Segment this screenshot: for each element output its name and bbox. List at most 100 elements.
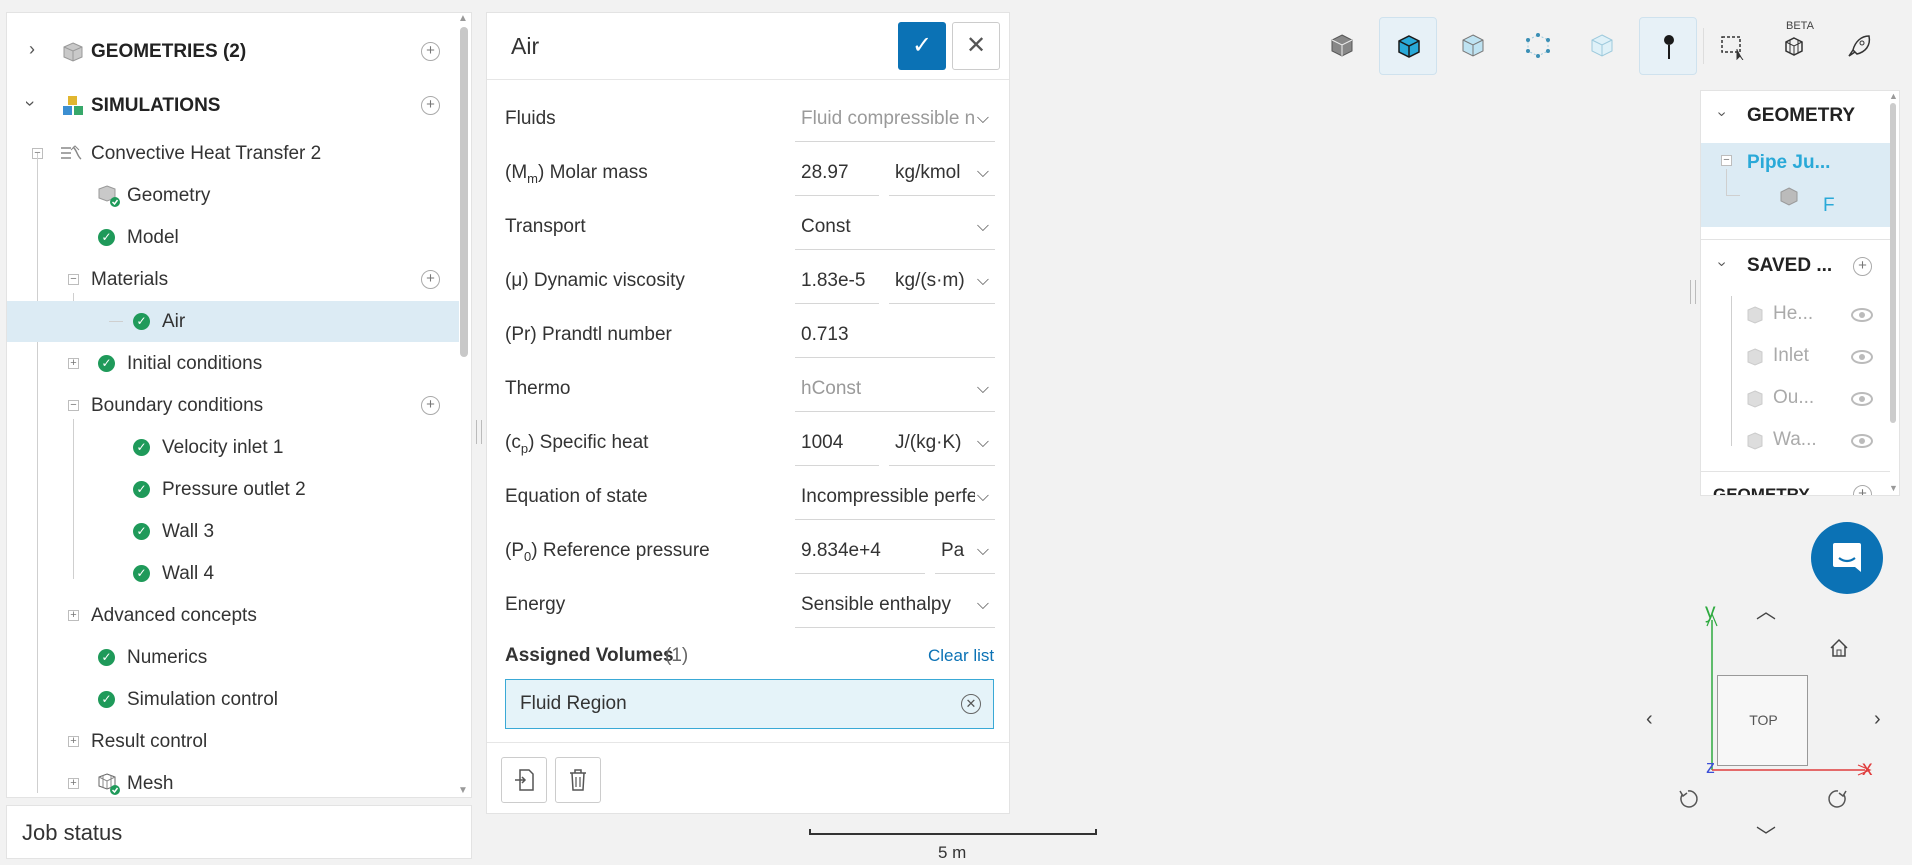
tree-row-air[interactable]: ✓ Air: [7, 301, 459, 342]
fluids-select[interactable]: Fluid compressible n ⌵: [795, 102, 995, 142]
close-button[interactable]: ✕: [952, 22, 1000, 70]
delete-material-button[interactable]: [555, 757, 601, 803]
saved-item[interactable]: Wa...: [1773, 429, 1817, 451]
job-status-panel[interactable]: Job status: [6, 805, 472, 859]
add-material-icon[interactable]: +: [421, 270, 440, 289]
clear-list-link[interactable]: Clear list: [928, 646, 994, 666]
collapse-icon[interactable]: −: [68, 400, 79, 411]
add-simulation-icon[interactable]: +: [421, 96, 440, 115]
viscosity-input[interactable]: 1.83e-5: [795, 264, 879, 304]
view-wireframe-button[interactable]: [1573, 17, 1631, 75]
tree-row-velocity-inlet[interactable]: ✓ Velocity inlet 1: [7, 427, 459, 468]
molar-mass-unit-select[interactable]: kg/kmol ⌵: [889, 156, 995, 196]
reference-pressure-input[interactable]: 9.834e+4: [795, 534, 925, 574]
tree-row-simulation[interactable]: − Convective Heat Transfer 2: [7, 133, 459, 174]
scene-tree-scrollbar[interactable]: [1890, 103, 1896, 423]
saved-item[interactable]: Inlet: [1773, 345, 1809, 367]
tree-row-simulation-control[interactable]: ✓ Simulation control: [7, 679, 459, 720]
rocket-tool-button[interactable]: [1830, 17, 1888, 75]
saved-item[interactable]: Ou...: [1773, 387, 1814, 409]
add-icon[interactable]: +: [1853, 485, 1872, 495]
tree-row-wall-3[interactable]: ✓ Wall 3: [7, 511, 459, 552]
chevron-down-icon: ⌵: [974, 596, 989, 614]
view-points-button[interactable]: [1509, 17, 1567, 75]
molar-mass-text: Molar mass: [549, 162, 648, 183]
expand-icon[interactable]: +: [68, 358, 79, 369]
scroll-up-arrow-icon[interactable]: ▲: [458, 13, 468, 24]
prop-row-transport: Transport Const ⌵: [505, 201, 995, 255]
eye-icon[interactable]: [1851, 392, 1873, 406]
viscosity-unit-select[interactable]: kg/(s·m) ⌵: [889, 264, 995, 304]
molar-mass-input[interactable]: 28.97: [795, 156, 879, 196]
view-transparent-button[interactable]: [1444, 17, 1502, 75]
tree-row-boundary-conditions[interactable]: − Boundary conditions +: [7, 385, 459, 426]
prop-row-specific-heat: (cp) Specific heat 1004 J/(kg·K) ⌵: [505, 417, 995, 471]
eye-icon[interactable]: [1851, 434, 1873, 448]
scroll-up-arrow-icon[interactable]: ▲: [1889, 91, 1898, 101]
view-solid-edges-button[interactable]: [1379, 17, 1437, 75]
right-panel-resize-handle[interactable]: [1690, 280, 1696, 304]
import-material-button[interactable]: [501, 757, 547, 803]
add-boundary-condition-icon[interactable]: +: [421, 396, 440, 415]
rotate-cw-icon[interactable]: [1826, 787, 1850, 811]
eos-value: Incompressible perfe: [801, 486, 978, 507]
scene-item-f[interactable]: F: [1823, 195, 1835, 217]
rotate-ccw-icon[interactable]: [1676, 787, 1700, 811]
eos-select[interactable]: Incompressible perfe ⌵: [795, 480, 995, 520]
tree-row-advanced-concepts[interactable]: + Advanced concepts: [7, 595, 459, 636]
rotate-down-arrow-icon[interactable]: ﹀: [1756, 820, 1776, 849]
panel-resize-handle[interactable]: [476, 420, 482, 444]
scroll-down-arrow-icon[interactable]: ▼: [458, 785, 468, 796]
chevron-down-icon[interactable]: ›: [1713, 111, 1731, 116]
tree-row-pressure-outlet[interactable]: ✓ Pressure outlet 2: [7, 469, 459, 510]
prandtl-input[interactable]: 0.713: [795, 318, 995, 358]
tree-guide-line: [1726, 169, 1727, 195]
reference-pressure-label: (P0) Reference pressure: [505, 540, 710, 564]
assigned-volume-chip[interactable]: Fluid Region ✕: [505, 679, 994, 729]
tree-scrollbar[interactable]: [460, 27, 468, 357]
reference-pressure-unit-select[interactable]: Pa ⌵: [935, 534, 995, 574]
specific-heat-input[interactable]: 1004: [795, 426, 879, 466]
rotate-left-arrow-icon[interactable]: ‹: [1646, 708, 1653, 731]
expand-icon[interactable]: +: [68, 610, 79, 621]
scroll-down-arrow-icon[interactable]: ▼: [1889, 483, 1898, 493]
tree-row-initial-conditions[interactable]: + ✓ Initial conditions: [7, 343, 459, 384]
tree-row-result-control[interactable]: + Result control: [7, 721, 459, 762]
add-geometry-icon[interactable]: +: [421, 42, 440, 61]
chevron-down-icon[interactable]: ›: [1713, 261, 1731, 266]
thermo-select[interactable]: hConst ⌵: [795, 372, 995, 412]
tree-row-numerics[interactable]: ✓ Numerics: [7, 637, 459, 678]
specific-heat-unit-select[interactable]: J/(kg·K) ⌵: [889, 426, 995, 466]
chevron-right-icon[interactable]: ›: [29, 39, 35, 60]
tree-label-velocity-inlet: Velocity inlet 1: [162, 436, 284, 458]
expand-icon[interactable]: +: [68, 778, 79, 789]
probe-point-button[interactable]: [1639, 17, 1697, 75]
tree-row-geometries[interactable]: › GEOMETRIES (2) +: [7, 31, 459, 72]
tree-row-model[interactable]: ✓ Model: [7, 217, 459, 258]
add-saved-state-icon[interactable]: +: [1853, 257, 1872, 276]
beta-tool-button[interactable]: [1765, 17, 1823, 75]
tree-row-simulations[interactable]: › SIMULATIONS +: [7, 85, 459, 126]
eye-icon[interactable]: [1851, 308, 1873, 322]
tree-row-wall-4[interactable]: ✓ Wall 4: [7, 553, 459, 594]
collapse-icon[interactable]: −: [68, 274, 79, 285]
tree-label-geometries: GEOMETRIES (2): [91, 40, 247, 62]
scene-item-pipe[interactable]: Pipe Ju...: [1747, 152, 1830, 174]
tree-row-geometry[interactable]: Geometry: [7, 175, 459, 216]
transport-select[interactable]: Const ⌵: [795, 210, 995, 250]
collapse-icon[interactable]: −: [1721, 155, 1732, 166]
tree-row-mesh[interactable]: + Mesh: [7, 763, 459, 797]
saved-item[interactable]: He...: [1773, 303, 1813, 325]
tree-label-wall-4: Wall 4: [162, 562, 215, 584]
view-solid-button[interactable]: [1313, 17, 1371, 75]
box-select-button[interactable]: [1704, 17, 1762, 75]
eye-icon[interactable]: [1851, 350, 1873, 364]
remove-circle-icon[interactable]: ✕: [961, 694, 981, 714]
chevron-down-icon[interactable]: ›: [20, 101, 41, 107]
confirm-button[interactable]: ✓: [898, 22, 946, 70]
cube-edges-icon: [1398, 35, 1420, 58]
support-chat-button[interactable]: [1811, 522, 1883, 594]
energy-select[interactable]: Sensible enthalpy ⌵: [795, 588, 995, 628]
tree-row-materials[interactable]: − Materials +: [7, 259, 459, 300]
expand-icon[interactable]: +: [68, 736, 79, 747]
